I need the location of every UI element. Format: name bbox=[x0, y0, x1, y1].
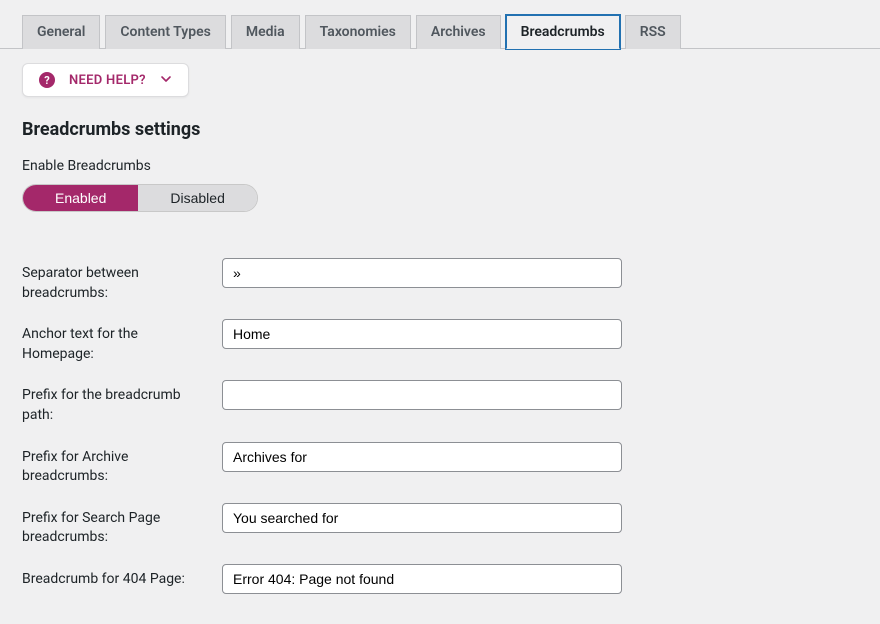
row-prefix-search: Prefix for Search Page breadcrumbs: bbox=[22, 503, 858, 548]
tab-general[interactable]: General bbox=[22, 15, 100, 49]
tab-breadcrumbs[interactable]: Breadcrumbs bbox=[506, 15, 620, 49]
enable-toggle: Enabled Disabled bbox=[22, 184, 258, 212]
label-prefix-archive: Prefix for Archive breadcrumbs: bbox=[22, 442, 222, 487]
row-anchor: Anchor text for the Homepage: bbox=[22, 319, 858, 364]
tab-rss[interactable]: RSS bbox=[625, 15, 681, 49]
enable-breadcrumbs-label: Enable Breadcrumbs bbox=[22, 158, 858, 174]
tab-taxonomies[interactable]: Taxonomies bbox=[305, 15, 411, 49]
tabs-bar: General Content Types Media Taxonomies A… bbox=[0, 0, 880, 49]
input-404[interactable] bbox=[222, 564, 622, 594]
tab-archives[interactable]: Archives bbox=[416, 15, 501, 49]
need-help-button[interactable]: ? NEED HELP? bbox=[22, 63, 189, 97]
label-prefix-search: Prefix for Search Page breadcrumbs: bbox=[22, 503, 222, 548]
row-prefix-path: Prefix for the breadcrumb path: bbox=[22, 380, 858, 425]
tab-media[interactable]: Media bbox=[231, 15, 300, 49]
tab-content-types[interactable]: Content Types bbox=[105, 15, 225, 49]
label-anchor: Anchor text for the Homepage: bbox=[22, 319, 222, 364]
help-icon: ? bbox=[39, 72, 55, 88]
input-separator[interactable] bbox=[222, 258, 622, 288]
input-prefix-search[interactable] bbox=[222, 503, 622, 533]
row-separator: Separator between breadcrumbs: bbox=[22, 258, 858, 303]
toggle-enabled[interactable]: Enabled bbox=[23, 185, 138, 211]
help-label: NEED HELP? bbox=[69, 73, 146, 88]
label-separator: Separator between breadcrumbs: bbox=[22, 258, 222, 303]
chevron-down-icon bbox=[160, 73, 172, 88]
label-prefix-path: Prefix for the breadcrumb path: bbox=[22, 380, 222, 425]
row-404: Breadcrumb for 404 Page: bbox=[22, 564, 858, 594]
section-title: Breadcrumbs settings bbox=[22, 119, 858, 140]
content-area: ? NEED HELP? Breadcrumbs settings Enable… bbox=[0, 49, 880, 624]
toggle-disabled[interactable]: Disabled bbox=[138, 185, 256, 211]
input-anchor[interactable] bbox=[222, 319, 622, 349]
input-prefix-archive[interactable] bbox=[222, 442, 622, 472]
label-404: Breadcrumb for 404 Page: bbox=[22, 564, 222, 590]
input-prefix-path[interactable] bbox=[222, 380, 622, 410]
form-rows: Separator between breadcrumbs: Anchor te… bbox=[22, 258, 858, 594]
row-prefix-archive: Prefix for Archive breadcrumbs: bbox=[22, 442, 858, 487]
